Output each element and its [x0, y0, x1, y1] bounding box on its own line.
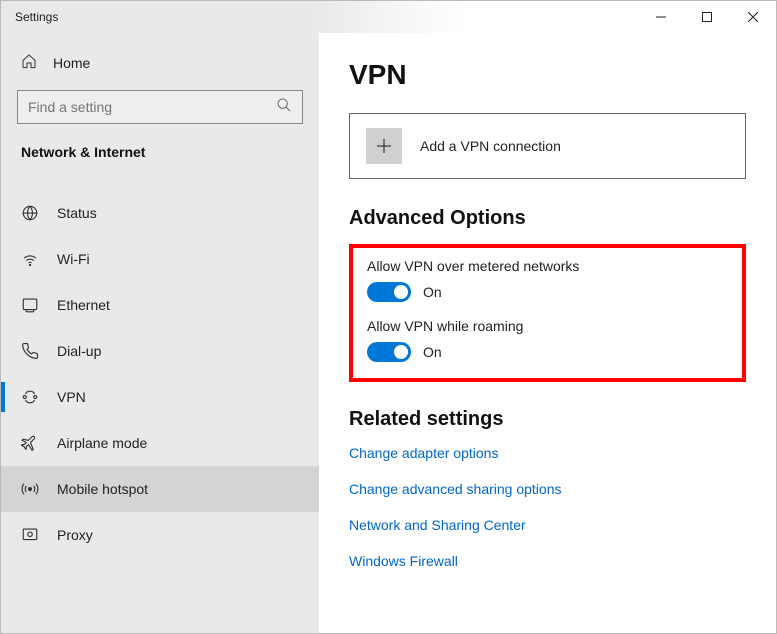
sidebar-item-dialup[interactable]: Dial-up [1, 328, 319, 374]
link-advanced-sharing[interactable]: Change advanced sharing options [349, 481, 746, 497]
proxy-icon [21, 526, 39, 544]
nav-label: Status [57, 205, 97, 221]
nav-label: Mobile hotspot [57, 481, 148, 497]
toggle-metered-switch[interactable] [367, 282, 411, 302]
add-vpn-label: Add a VPN connection [420, 138, 561, 154]
ethernet-icon [21, 296, 39, 314]
vpn-icon [21, 388, 39, 406]
window-body: Home Network & Internet Status Wi-Fi Eth [1, 33, 776, 633]
main-panel: VPN Add a VPN connection Advanced Option… [319, 33, 776, 633]
toggle-roaming-label: Allow VPN while roaming [367, 318, 728, 334]
sidebar-item-hotspot[interactable]: Mobile hotspot [1, 466, 319, 512]
nav-label: Dial-up [57, 343, 101, 359]
page-title: VPN [349, 59, 746, 91]
plus-icon [366, 128, 402, 164]
hotspot-icon [21, 480, 39, 498]
section-title: Network & Internet [1, 144, 319, 172]
airplane-icon [21, 434, 39, 452]
home-button[interactable]: Home [1, 43, 319, 82]
titlebar: Settings [1, 1, 776, 33]
maximize-button[interactable] [684, 1, 730, 33]
window-controls [638, 1, 776, 33]
home-icon [21, 53, 37, 72]
minimize-button[interactable] [638, 1, 684, 33]
nav-label: Proxy [57, 527, 93, 543]
status-icon [21, 204, 39, 222]
sidebar: Home Network & Internet Status Wi-Fi Eth [1, 33, 319, 633]
toggle-metered-state: On [423, 284, 442, 300]
related-heading: Related settings [349, 408, 746, 431]
search-icon [276, 97, 292, 118]
sidebar-item-status[interactable]: Status [1, 190, 319, 236]
sidebar-item-ethernet[interactable]: Ethernet [1, 282, 319, 328]
wifi-icon [21, 250, 39, 268]
search-box[interactable] [17, 90, 303, 124]
link-network-sharing-center[interactable]: Network and Sharing Center [349, 517, 746, 533]
toggle-roaming-state: On [423, 344, 442, 360]
search-input[interactable] [28, 99, 276, 115]
sidebar-item-proxy[interactable]: Proxy [1, 512, 319, 558]
toggle-metered-row: On [367, 282, 728, 302]
sidebar-item-airplane[interactable]: Airplane mode [1, 420, 319, 466]
sidebar-item-wifi[interactable]: Wi-Fi [1, 236, 319, 282]
close-button[interactable] [730, 1, 776, 33]
toggle-metered: Allow VPN over metered networks On [367, 258, 728, 302]
toggle-metered-label: Allow VPN over metered networks [367, 258, 728, 274]
link-adapter-options[interactable]: Change adapter options [349, 445, 746, 461]
home-label: Home [53, 55, 90, 71]
nav-label: Ethernet [57, 297, 110, 313]
toggle-roaming-row: On [367, 342, 728, 362]
toggle-roaming-switch[interactable] [367, 342, 411, 362]
settings-window: Settings Home Network & Internet Status [0, 0, 777, 634]
add-vpn-button[interactable]: Add a VPN connection [349, 113, 746, 179]
toggle-roaming: Allow VPN while roaming On [367, 318, 728, 362]
nav-label: Wi-Fi [57, 251, 90, 267]
window-title: Settings [1, 10, 58, 24]
nav-label: VPN [57, 389, 86, 405]
highlight-box: Allow VPN over metered networks On Allow… [349, 244, 746, 382]
link-windows-firewall[interactable]: Windows Firewall [349, 553, 746, 569]
nav-label: Airplane mode [57, 435, 147, 451]
sidebar-item-vpn[interactable]: VPN [1, 374, 319, 420]
nav-list: Status Wi-Fi Ethernet Dial-up VPN [1, 190, 319, 558]
dialup-icon [21, 342, 39, 360]
advanced-heading: Advanced Options [349, 207, 746, 230]
